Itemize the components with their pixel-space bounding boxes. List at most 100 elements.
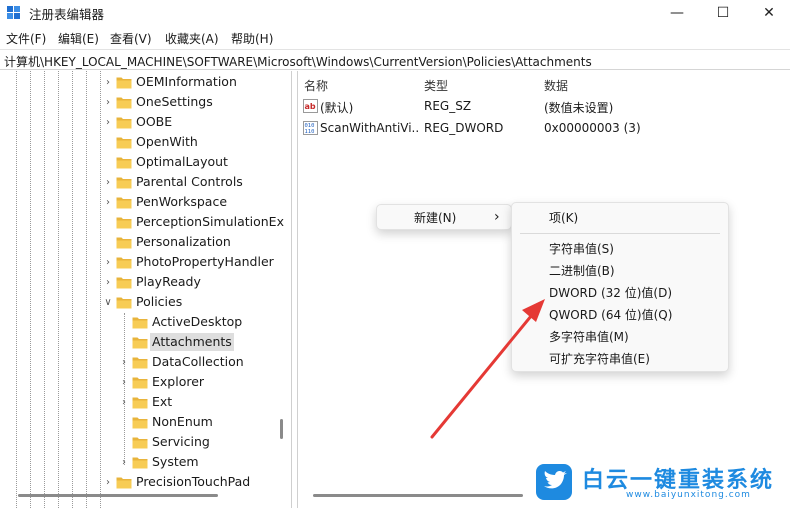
submenu-item-string-value[interactable]: 字符串值(S)	[512, 237, 728, 259]
menu-bar: 文件(F) 编辑(E) 查看(V) 收藏夹(A) 帮助(H)	[0, 26, 790, 48]
chevron-down-icon[interactable]: ∨	[103, 292, 113, 312]
submenu-item-expandable-string-value[interactable]: 可扩充字符串值(E)	[512, 347, 728, 369]
tree-item[interactable]: OptimalLayout	[0, 152, 290, 172]
context-menu: 新建(N) ›	[376, 204, 512, 230]
title-bar: 注册表编辑器 — ☐ ✕	[0, 0, 790, 26]
value-row-scanwithantivirus[interactable]: 010 110 ScanWithAntiVi... REG_DWORD 0x00…	[299, 118, 790, 139]
tree-item-label: ActiveDesktop	[152, 314, 243, 329]
folder-icon	[132, 457, 148, 469]
chevron-right-icon[interactable]: ›	[103, 92, 113, 112]
regedit-app-icon	[7, 6, 20, 19]
close-button[interactable]: ✕	[746, 0, 790, 26]
submenu-item-qword-value[interactable]: QWORD (64 位)值(Q)	[512, 303, 728, 325]
chevron-right-icon[interactable]: ›	[119, 352, 129, 372]
chevron-right-icon[interactable]: ›	[103, 192, 113, 212]
maximize-button[interactable]: ☐	[700, 0, 746, 26]
folder-icon	[116, 297, 132, 309]
tree-item[interactable]: PerceptionSimulationEx	[0, 212, 290, 232]
tree-item[interactable]: ActiveDesktop	[0, 312, 290, 332]
tree-item-label: OneSettings	[136, 94, 213, 109]
tree-item-label: Servicing	[152, 434, 210, 449]
value-name: ScanWithAntiVi...	[320, 121, 420, 135]
menu-item-new[interactable]: 新建(N) ›	[377, 206, 511, 228]
tree-item[interactable]: › DataCollection	[0, 352, 290, 372]
chevron-right-icon[interactable]: ›	[103, 112, 113, 132]
menu-file[interactable]: 文件(F)	[6, 30, 46, 47]
menu-edit[interactable]: 编辑(E)	[58, 30, 99, 47]
column-header-data[interactable]: 数据	[544, 77, 568, 94]
chevron-right-icon[interactable]: ›	[119, 452, 129, 472]
window-title: 注册表编辑器	[29, 7, 105, 22]
folder-icon	[116, 97, 132, 109]
value-data: (数值未设置)	[544, 101, 614, 115]
chevron-right-icon: ›	[494, 209, 500, 225]
tree-item[interactable]: › Explorer	[0, 372, 290, 392]
folder-icon	[132, 337, 148, 349]
column-header-type[interactable]: 类型	[424, 77, 448, 94]
submenu-item-label: 多字符串值(M)	[549, 329, 629, 344]
submenu-item-multi-string-value[interactable]: 多字符串值(M)	[512, 325, 728, 347]
menu-view[interactable]: 查看(V)	[110, 30, 152, 47]
tree-item-label: OEMInformation	[136, 74, 237, 89]
menu-favorites[interactable]: 收藏夹(A)	[165, 30, 219, 47]
column-header-name[interactable]: 名称	[304, 77, 328, 94]
minimize-button[interactable]: —	[654, 0, 700, 26]
chevron-right-icon[interactable]: ›	[119, 372, 129, 392]
chevron-right-icon[interactable]: ›	[103, 172, 113, 192]
tree-item[interactable]: OpenWith	[0, 132, 290, 152]
svg-text:110: 110	[305, 129, 315, 135]
watermark: 白云一键重装系统 www.baiyunxitong.com	[536, 460, 786, 504]
folder-icon	[116, 197, 132, 209]
folder-icon	[116, 237, 132, 249]
tree-item[interactable]: › PhotoPropertyHandler	[0, 252, 290, 272]
chevron-right-icon[interactable]: ›	[103, 72, 113, 92]
tree-item-label: Explorer	[152, 374, 205, 389]
tree-item[interactable]: › Parental Controls	[0, 172, 290, 192]
submenu-item-key[interactable]: 项(K)	[512, 206, 728, 228]
tree-item[interactable]: › OOBE	[0, 112, 290, 132]
tree-item[interactable]: › OneSettings	[0, 92, 290, 112]
tree-horizontal-scrollbar[interactable]	[18, 494, 218, 497]
new-submenu: 项(K) 字符串值(S) 二进制值(B) DWORD (32 位)值(D) QW…	[511, 202, 729, 372]
list-horizontal-scrollbar[interactable]	[313, 494, 523, 497]
tree-item-label: Attachments	[150, 333, 234, 351]
tree-item[interactable]: ∨ Policies	[0, 292, 290, 312]
value-row-default[interactable]: ab (默认) REG_SZ (数值未设置)	[299, 96, 790, 117]
tree-item-label: NonEnum	[152, 414, 213, 429]
menu-help[interactable]: 帮助(H)	[231, 30, 273, 47]
chevron-right-icon[interactable]: ›	[103, 252, 113, 272]
folder-icon	[116, 257, 132, 269]
folder-icon	[116, 77, 132, 89]
twitter-bird-logo-icon	[536, 464, 572, 500]
tree-item[interactable]: Personalization	[0, 232, 290, 252]
submenu-item-label: 字符串值(S)	[549, 241, 614, 256]
tree-item[interactable]: Attachments	[0, 332, 290, 352]
tree-item[interactable]: › System	[0, 452, 290, 472]
svg-text:ab: ab	[305, 102, 316, 111]
address-path[interactable]: 计算机\HKEY_LOCAL_MACHINE\SOFTWARE\Microsof…	[4, 53, 592, 70]
submenu-item-dword-value[interactable]: DWORD (32 位)值(D)	[512, 281, 728, 303]
tree-item[interactable]: › OEMInformation	[0, 72, 290, 92]
pane-splitter[interactable]	[292, 71, 298, 508]
tree-item[interactable]: › Ext	[0, 392, 290, 412]
tree-item[interactable]: › PlayReady	[0, 272, 290, 292]
folder-icon	[132, 397, 148, 409]
address-bar[interactable]: 计算机\HKEY_LOCAL_MACHINE\SOFTWARE\Microsof…	[0, 49, 790, 70]
folder-icon	[116, 477, 132, 489]
tree-item[interactable]: NonEnum	[0, 412, 290, 432]
chevron-right-icon[interactable]: ›	[119, 392, 129, 412]
tree-item[interactable]: › PrecisionTouchPad	[0, 472, 290, 492]
submenu-item-label: QWORD (64 位)值(Q)	[549, 307, 673, 322]
tree-item-label: PenWorkspace	[136, 194, 228, 209]
chevron-right-icon[interactable]: ›	[103, 272, 113, 292]
tree-item[interactable]: › PenWorkspace	[0, 192, 290, 212]
tree-item[interactable]: Servicing	[0, 432, 290, 452]
chevron-right-icon[interactable]: ›	[103, 472, 113, 492]
submenu-item-label: 二进制值(B)	[549, 263, 615, 278]
tree-item-label: OpenWith	[136, 134, 198, 149]
folder-icon	[132, 357, 148, 369]
folder-icon	[116, 277, 132, 289]
registry-tree-pane[interactable]: › OEMInformation › OneSettings › OOBE OpenWith…	[0, 71, 292, 508]
submenu-item-binary-value[interactable]: 二进制值(B)	[512, 259, 728, 281]
folder-icon	[116, 137, 132, 149]
